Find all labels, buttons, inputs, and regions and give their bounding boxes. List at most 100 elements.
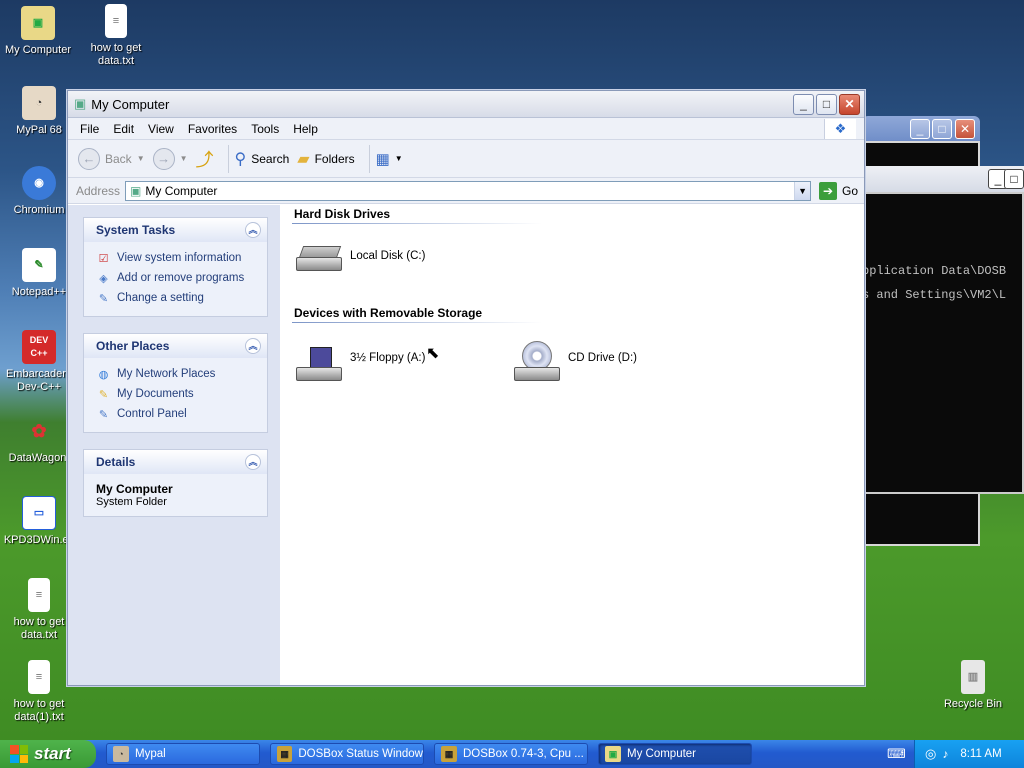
windows-flag-icon <box>10 745 28 763</box>
maximize-button[interactable]: □ <box>816 94 837 115</box>
close-button[interactable]: ✕ <box>955 119 975 139</box>
task-change-setting[interactable]: ✎ Change a setting <box>96 288 259 308</box>
close-button[interactable]: ✕ <box>839 94 860 115</box>
desktop-icon-how-to-get-data[interactable]: ≡ how to get data.txt <box>76 4 156 68</box>
menu-file[interactable]: File <box>73 122 106 136</box>
collapse-icon[interactable]: ︽ <box>245 338 261 354</box>
taskbar-item-mypal[interactable]: ◔ Mypal <box>106 743 260 765</box>
kpd-icon: ▭ <box>22 496 56 530</box>
datawagon-icon: ✿ <box>31 420 47 441</box>
desktop-icon-label: KPD3DWin.ex <box>3 534 75 546</box>
desktop-icon-label: how to get data.txt <box>90 42 142 67</box>
panel-title: System Tasks <box>96 223 176 237</box>
taskbar-item-label: DOSBox Status Window <box>298 748 423 760</box>
menu-help[interactable]: Help <box>286 122 325 136</box>
place-my-documents[interactable]: ✎ My Documents <box>96 384 259 404</box>
go-label: Go <box>842 183 859 198</box>
my-computer-window: ▣ My Computer _ □ ✕ File Edit View Favor… <box>67 90 865 686</box>
floppy-drive-icon <box>296 335 344 381</box>
collapse-icon[interactable]: ︽ <box>245 454 261 470</box>
drive-label: 3½ Floppy (A:) <box>350 352 426 364</box>
search-button[interactable]: ⚲ Search <box>235 149 290 169</box>
details-header[interactable]: Details ︽ <box>84 450 267 474</box>
taskbar-item-dosbox[interactable]: ▦ DOSBox 0.74-3, Cpu ... <box>434 743 588 765</box>
add-remove-icon: ◈ <box>99 272 108 285</box>
section-removable-storage: Devices with Removable Storage <box>292 306 542 323</box>
minimize-button[interactable]: _ <box>910 119 930 139</box>
chevron-down-icon: ▼ <box>136 154 145 163</box>
back-arrow-icon: ← <box>78 147 100 170</box>
desktop-icon-recycle-bin[interactable]: ▥ Recycle Bin <box>933 660 1013 711</box>
toolbar: ← Back ▼ → ▼ ⤴ ⚲ Search ▰ Folders ▦ ▼ <box>68 140 864 178</box>
speaker-icon[interactable]: ♪ <box>942 747 948 761</box>
control-panel-icon: ✎ <box>98 408 109 421</box>
console-line-1: pplication Data\DOSB <box>862 264 1007 278</box>
back-button[interactable]: ← Back ▼ <box>78 147 145 170</box>
address-input[interactable]: ▣ My Computer ▼ <box>125 180 812 201</box>
minimize-button[interactable]: _ <box>793 94 814 115</box>
menu-favorites[interactable]: Favorites <box>181 122 244 136</box>
system-tasks-header[interactable]: System Tasks ︽ <box>84 218 267 242</box>
task-add-remove-programs[interactable]: ◈ Add or remove programs <box>96 268 259 288</box>
task-label: View system information <box>117 252 242 264</box>
my-computer-icon: ▣ <box>21 6 55 40</box>
drive-label: Local Disk (C:) <box>350 250 426 262</box>
folders-label: Folders <box>314 151 355 166</box>
dosbox-icon: ▦ <box>277 746 293 762</box>
dosbox-console-window <box>862 192 1024 494</box>
clock[interactable]: 8:11 AM <box>960 748 1001 760</box>
maximize-button[interactable]: □ <box>932 119 952 139</box>
drive-floppy-a[interactable]: 3½ Floppy (A:) <box>296 335 425 381</box>
documents-icon: ✎ <box>98 388 109 401</box>
search-icon: ⚲ <box>234 150 247 168</box>
place-control-panel[interactable]: ✎ Control Panel <box>96 404 259 424</box>
taskbar-item-my-computer[interactable]: ▣ My Computer <box>598 743 752 765</box>
system-tray: ◎ ♪ 8:11 AM <box>914 740 1024 768</box>
taskbar-item-dosbox-status[interactable]: ▦ DOSBox Status Window <box>270 743 424 765</box>
chromium-icon: ◉ <box>22 166 56 200</box>
menu-view[interactable]: View <box>141 122 181 136</box>
taskbar-item-label: DOSBox 0.74-3, Cpu ... <box>463 748 584 760</box>
forward-button[interactable]: → ▼ <box>152 147 188 170</box>
system-tasks-panel: System Tasks ︽ ☑ View system information… <box>83 217 268 317</box>
keyboard-icon[interactable]: ⌨ <box>887 746 906 762</box>
system-info-icon: ☑ <box>98 252 109 265</box>
details-type: System Folder <box>96 496 167 508</box>
taskbar: start ◔ Mypal ▦ DOSBox Status Window ▦ D… <box>0 740 1024 768</box>
go-button[interactable]: ➔ Go <box>819 181 859 200</box>
address-dropdown-button[interactable]: ▼ <box>794 181 811 200</box>
start-button[interactable]: start <box>0 740 96 768</box>
start-label: start <box>34 744 71 763</box>
panel-title: Details <box>96 455 136 469</box>
collapse-icon[interactable]: ︽ <box>245 222 261 238</box>
security-icon[interactable]: ◎ <box>925 746 936 762</box>
drive-cd-d[interactable]: CD Drive (D:) <box>514 335 637 381</box>
back-label: Back <box>105 151 132 166</box>
drive-local-disk-c[interactable]: Local Disk (C:) <box>296 241 425 271</box>
other-places-header[interactable]: Other Places ︽ <box>84 334 267 358</box>
network-icon: ◍ <box>98 368 109 381</box>
desktop-icon-my-computer[interactable]: ▣ My Computer <box>0 6 78 57</box>
task-pane: System Tasks ︽ ☑ View system information… <box>68 205 280 685</box>
window-titlebar[interactable]: ▣ My Computer _ □ ✕ <box>68 91 864 118</box>
toolbar-separator <box>368 144 370 173</box>
go-arrow-icon: ➔ <box>819 181 838 200</box>
desktop-icon-label: how to get data.txt <box>13 616 65 641</box>
views-icon: ▦ <box>375 150 390 168</box>
place-my-network-places[interactable]: ◍ My Network Places <box>96 364 259 384</box>
task-label: Add or remove programs <box>117 272 245 284</box>
section-divider <box>292 223 542 224</box>
menu-edit[interactable]: Edit <box>106 122 141 136</box>
menu-tools[interactable]: Tools <box>244 122 286 136</box>
views-button[interactable]: ▦ ▼ <box>376 150 403 168</box>
notepad-plus-icon: ✎ <box>22 248 56 282</box>
folders-button[interactable]: ▰ Folders <box>297 149 354 169</box>
task-view-system-information[interactable]: ☑ View system information <box>96 248 259 268</box>
up-folder-button[interactable]: ⤴ <box>196 146 214 172</box>
maximize-button[interactable]: □ <box>1004 169 1024 189</box>
section-divider <box>292 322 542 323</box>
search-label: Search <box>251 151 290 166</box>
desktop-icon-label: Recycle Bin <box>943 698 1003 710</box>
place-label: Control Panel <box>117 408 187 420</box>
taskbar-item-label: Mypal <box>135 748 166 760</box>
